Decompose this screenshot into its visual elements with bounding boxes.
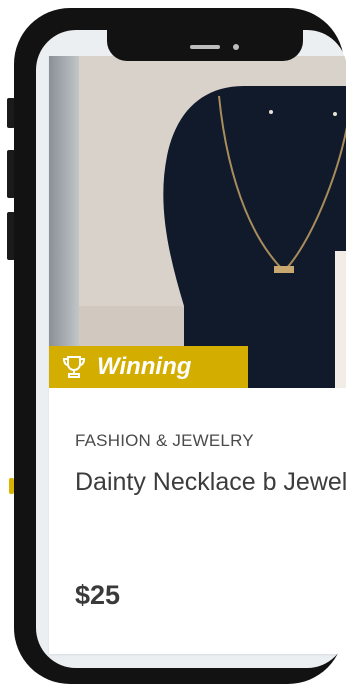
winning-badge: Winning bbox=[49, 346, 248, 388]
product-category: FASHION & JEWELRY bbox=[75, 431, 254, 450]
speaker-grille bbox=[190, 45, 220, 49]
product-price: $25 bbox=[75, 580, 121, 610]
phone-frame: Winning FASHION & JEWELRY Dainty Necklac… bbox=[14, 8, 346, 684]
camera-dot bbox=[233, 44, 239, 50]
product-image[interactable] bbox=[49, 56, 346, 388]
phone-mockup-stage: Winning FASHION & JEWELRY Dainty Necklac… bbox=[0, 0, 346, 687]
phone-notch bbox=[107, 30, 303, 61]
phone-screen: Winning FASHION & JEWELRY Dainty Necklac… bbox=[36, 30, 346, 668]
product-card[interactable]: Winning FASHION & JEWELRY Dainty Necklac… bbox=[49, 56, 346, 654]
adjacent-card-edge bbox=[49, 56, 79, 388]
necklace-photo bbox=[49, 56, 346, 388]
trophy-icon bbox=[62, 356, 86, 378]
badge-label: Winning bbox=[97, 353, 192, 380]
product-title[interactable]: Dainty Necklace b Jewelry bbox=[75, 463, 346, 502]
